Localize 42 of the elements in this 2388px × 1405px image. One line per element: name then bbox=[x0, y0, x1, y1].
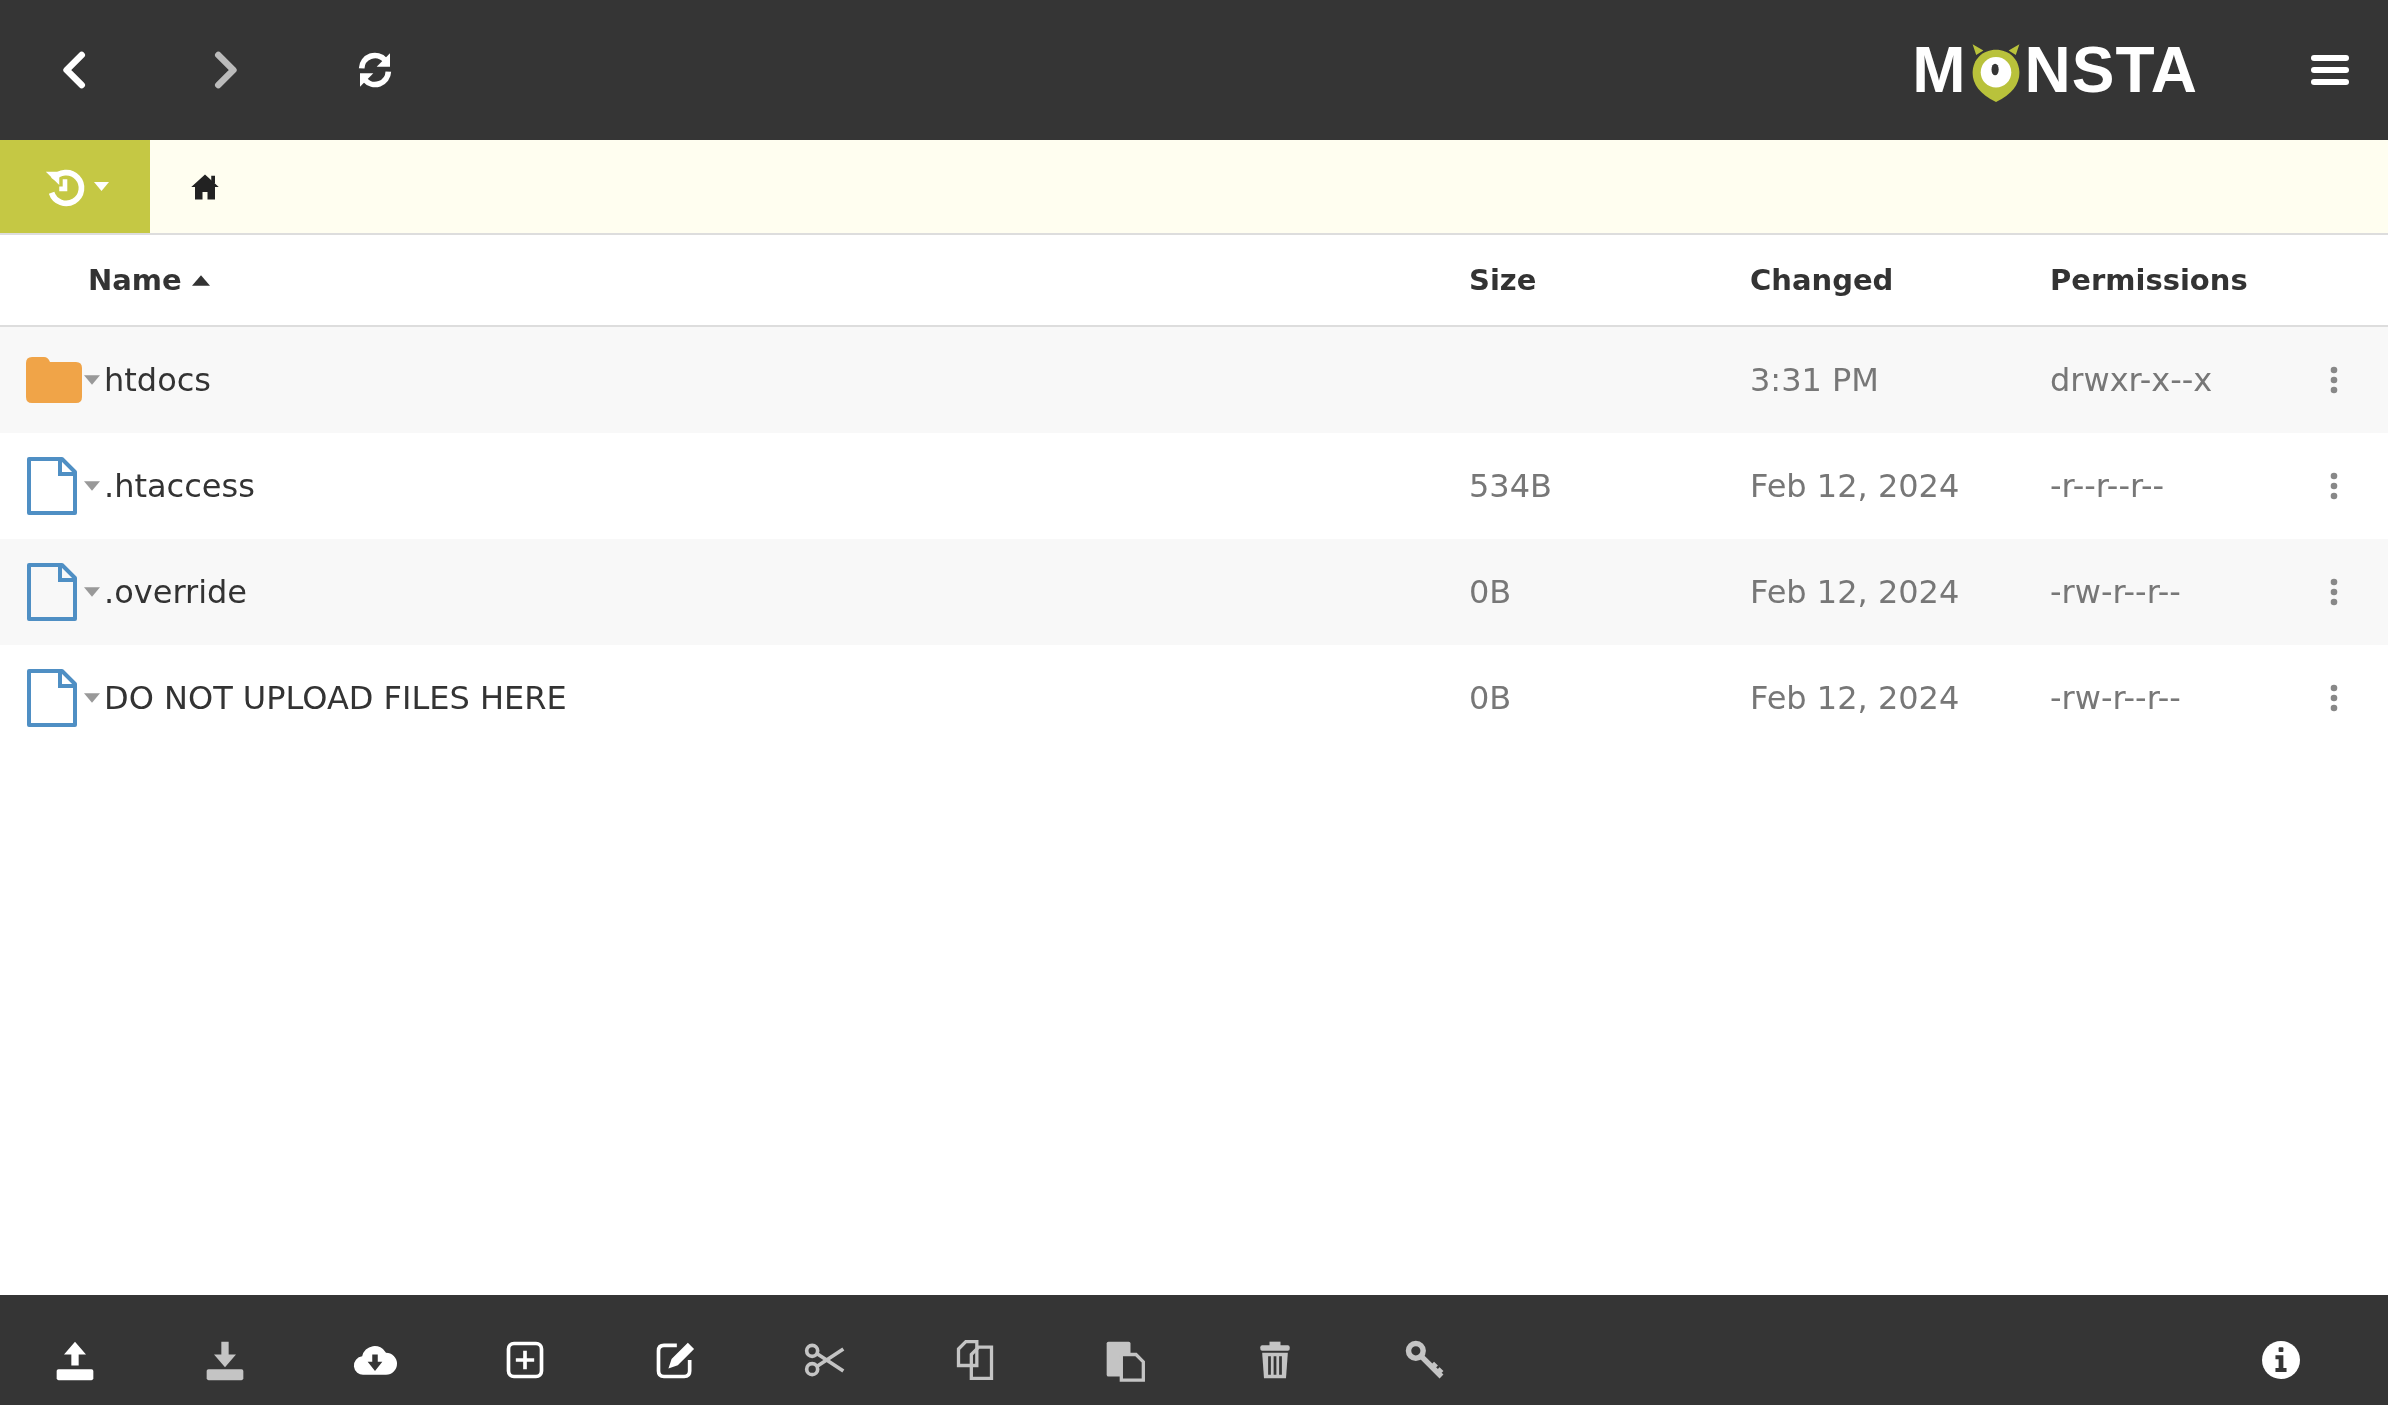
file-date: Feb 12, 2024 bbox=[1750, 679, 1960, 717]
home-icon bbox=[190, 172, 220, 201]
logo-text: M bbox=[1912, 33, 1967, 107]
file-row[interactable]: .override 0B Feb 12, 2024 -rw-r--r-- bbox=[0, 539, 2388, 645]
file-row[interactable]: .htaccess 534B Feb 12, 2024 -r--r--r-- bbox=[0, 433, 2388, 539]
sort-ascending-icon bbox=[191, 274, 210, 286]
column-header[interactable]: Name bbox=[88, 263, 1469, 297]
column-header[interactable]: Permissions bbox=[2050, 263, 2330, 297]
more-options-icon[interactable] bbox=[2330, 578, 2338, 606]
column-header[interactable]: Changed bbox=[1750, 263, 2050, 297]
caret-down-icon[interactable] bbox=[84, 375, 100, 385]
file-size: 0B bbox=[1469, 573, 1512, 611]
file-row[interactable]: DO NOT UPLOAD FILES HERE 0B Feb 12, 2024 -rw-r--r-- bbox=[0, 645, 2388, 751]
file-name: .htaccess bbox=[104, 467, 255, 505]
logo-text: NSTA bbox=[2024, 33, 2198, 107]
file-icon bbox=[26, 456, 78, 516]
file-name: htdocs bbox=[104, 361, 211, 399]
file-permissions: -rw-r--r-- bbox=[2050, 679, 2181, 717]
caret-down-icon[interactable] bbox=[84, 693, 100, 703]
caret-down-icon bbox=[93, 182, 109, 191]
file-size: 534B bbox=[1469, 467, 1553, 505]
file-permissions: drwxr-x--x bbox=[2050, 361, 2213, 399]
file-date: Feb 12, 2024 bbox=[1750, 573, 1960, 611]
caret-down-icon[interactable] bbox=[84, 481, 100, 491]
file-permissions: -rw-r--r-- bbox=[2050, 573, 2181, 611]
more-options-icon[interactable] bbox=[2330, 684, 2338, 712]
file-icon bbox=[26, 668, 78, 728]
file-size: 0B bbox=[1469, 679, 1512, 717]
file-name: .override bbox=[104, 573, 247, 611]
file-name: DO NOT UPLOAD FILES HERE bbox=[104, 679, 567, 717]
menu-icon bbox=[2311, 55, 2349, 85]
caret-down-icon[interactable] bbox=[84, 587, 100, 597]
more-options-icon[interactable] bbox=[2330, 366, 2338, 394]
file-icon bbox=[26, 562, 78, 622]
file-date: Feb 12, 2024 bbox=[1750, 467, 1960, 505]
info-icon bbox=[2262, 1341, 2300, 1379]
file-permissions: -r--r--r-- bbox=[2050, 467, 2165, 505]
more-options-icon[interactable] bbox=[2330, 472, 2338, 500]
file-date: 3:31 PM bbox=[1750, 361, 1879, 399]
folder-icon bbox=[26, 357, 82, 403]
file-row[interactable]: htdocs 3:31 PM drwxr-x--x bbox=[0, 327, 2388, 433]
column-header[interactable]: Size bbox=[1469, 263, 1750, 297]
